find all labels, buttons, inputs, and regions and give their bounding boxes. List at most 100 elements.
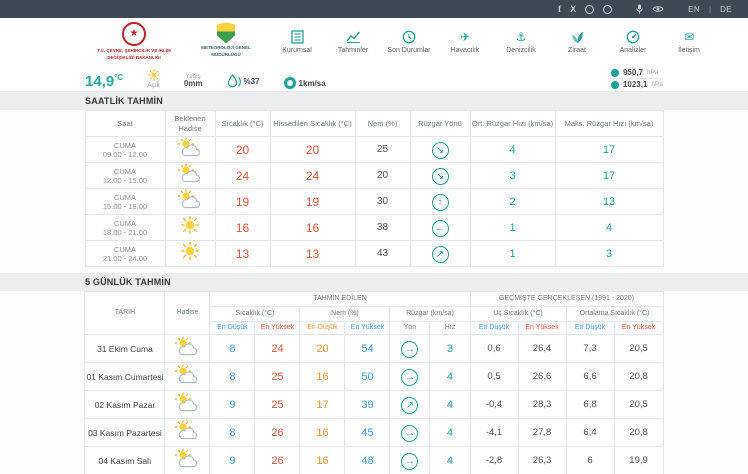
nav-label: Denizcilik: [506, 47, 536, 54]
avg-wind-speed-cell: 1: [470, 241, 555, 267]
min-humidity-cell: 17: [300, 391, 345, 419]
hourly-table-row: CUMA21.00 - 24.00 13 13 43 ↗ 1 3: [85, 241, 663, 267]
avg-min-temp-cell: 6,6: [566, 363, 614, 391]
col-maks-ruzgar: Maks. Rüzgar Hızı (km/sa): [555, 111, 663, 137]
nav-item-iletisim[interactable]: ✉ İletişim: [666, 29, 712, 54]
date-cell: 02 Kasım Pazar: [85, 391, 165, 419]
min-humidity-cell: 16: [300, 363, 345, 391]
wind-direction-cell: →: [390, 419, 430, 447]
eye-accessibility-icon[interactable]: [652, 5, 664, 13]
wind-direction-cell: ↗: [390, 391, 430, 419]
hourly-section-band: SAATLİK TAHMİN: [0, 92, 748, 110]
mgm-logo[interactable]: METEOROLOJİ GENEL MÜDÜRLÜĞÜ: [194, 22, 258, 57]
app-badge-icon[interactable]: [585, 5, 594, 14]
wind-direction-southeast-icon: ↘: [432, 142, 449, 159]
wind-direction-cell: →: [390, 447, 430, 474]
nav-label: Havacılık: [451, 47, 480, 54]
wind-direction-cell: →: [390, 335, 430, 363]
max-wind-speed-cell: 17: [555, 137, 663, 163]
nav-item-tahminler[interactable]: Tahminler: [330, 29, 376, 54]
date-cell: 31 Ekim Cuma: [85, 335, 165, 363]
nav-item-son-durumlar[interactable]: Son Durumlar: [386, 29, 432, 54]
group-uc-sicaklik: Uç Sıcaklık (°C): [470, 307, 566, 322]
expected-condition-cell: [165, 163, 215, 189]
col-ort-ruzgar: Ort. Rüzgar Hızı (km/sa): [470, 111, 555, 137]
daily-table-body: 31 Ekim Cuma 8 24 20 54 → 3 0,6 26,4 7,3…: [85, 335, 663, 474]
current-conditions-strip: 14,9°C Açık Yağış 0mm %37 1km/sa: [0, 65, 748, 92]
sunny-icon: [180, 241, 200, 261]
nav-item-kurumsal[interactable]: Kurumsal: [274, 29, 320, 54]
avg-max-temp-cell: 20,8: [614, 419, 663, 447]
feels-like-cell: 24: [270, 163, 355, 189]
avg-wind-speed-cell: 1: [470, 215, 555, 241]
facebook-icon[interactable]: f: [558, 5, 561, 14]
wind-gauge-icon: [284, 77, 296, 89]
language-separator: |: [709, 5, 711, 14]
wind-speed-cell: 3: [430, 335, 470, 363]
min-humidity-cell: 20: [300, 335, 345, 363]
temperature-cell: 19: [215, 189, 270, 215]
wind-direction-northeast-icon: ↗: [432, 246, 449, 263]
col-ext-min: En Düşük: [470, 322, 518, 335]
main-navigation: Kurumsal Tahminler Son Durumlar ✈ Havacı…: [274, 29, 712, 54]
col-hiz: Hız: [430, 322, 470, 335]
col-hissedilen: Hissedilen Sıcaklık (°C): [270, 111, 355, 137]
col-saat: Saat: [85, 111, 165, 137]
wind-direction-east-icon: →: [401, 369, 418, 386]
group-sicaklik: Sıcaklık (°C): [210, 307, 300, 322]
nav-item-analizler[interactable]: Analizler: [610, 29, 656, 54]
daily-section-title: 5 GÜNLÜK TAHMİN: [85, 277, 663, 287]
line-chart-icon: [346, 29, 361, 44]
nav-item-ziraat[interactable]: Ziraat: [554, 29, 600, 54]
avg-max-temp-cell: 20,5: [614, 335, 663, 363]
condition-cell: [165, 363, 210, 391]
daily-section-band: 5 GÜNLÜK TAHMİN: [0, 273, 748, 291]
avg-max-temp-cell: 19,9: [614, 447, 663, 474]
min-temp-cell: 9: [210, 391, 255, 419]
wind-direction-east-icon: →: [401, 341, 418, 358]
envelope-icon: ✉: [684, 29, 694, 44]
nav-item-havacilik[interactable]: ✈ Havacılık: [442, 29, 488, 54]
condition-cell: [165, 391, 210, 419]
local-pressure: 950,7hPa: [611, 68, 663, 77]
expected-condition-cell: [165, 137, 215, 163]
humidity-cell: 20: [355, 163, 410, 189]
nav-label: Analizler: [620, 47, 647, 54]
nav-label: Kurumsal: [282, 47, 312, 54]
nav-label: Ziraat: [568, 47, 586, 54]
sea-level-pressure: 1023,1hPa: [611, 80, 663, 89]
temperature-cell: 24: [215, 163, 270, 189]
partly-cloudy-icon: [174, 336, 200, 356]
language-en-link[interactable]: EN: [688, 5, 700, 14]
col-ext-max: En Yüksek: [518, 322, 566, 335]
nav-item-denizcilik[interactable]: ⚓ Denizcilik: [498, 29, 544, 54]
wind-speed-cell: 4: [430, 363, 470, 391]
wind-speed-cell: 4: [430, 447, 470, 474]
col-temp-max: En Yüksek: [255, 322, 300, 335]
language-de-link[interactable]: DE: [720, 5, 732, 14]
hour-range-cell: CUMA21.00 - 24.00: [85, 241, 165, 267]
max-wind-speed-cell: 3: [555, 241, 663, 267]
humidity-value: %37: [244, 77, 260, 86]
x-twitter-icon[interactable]: X: [570, 5, 576, 14]
avg-wind-speed-cell: 3: [470, 163, 555, 189]
col-avg-max: En Yüksek: [614, 322, 663, 335]
building-icon: [291, 29, 304, 44]
col-ruzgar-yonu: Rüzgar Yönü: [410, 111, 470, 137]
avg-min-temp-cell: 7,3: [566, 335, 614, 363]
extreme-max-temp-cell: 26,3: [518, 447, 566, 474]
pressure-dot-icon: [611, 69, 619, 77]
condition-label: Açık: [147, 82, 160, 89]
min-temp-cell: 9: [210, 447, 255, 474]
current-condition: Açık: [147, 69, 160, 89]
hour-range-cell: CUMA18.00 - 21.00: [85, 215, 165, 241]
hourly-section-title: SAATLİK TAHMİN: [85, 96, 663, 106]
microphone-icon[interactable]: [636, 4, 643, 14]
ministry-logo[interactable]: ★ T.C. ÇEVRE, ŞEHİRCİLİK VE İKLİM DEĞİŞİ…: [88, 22, 180, 60]
app-badge-icon[interactable]: [603, 5, 612, 14]
partly-cloudy-icon: [177, 189, 203, 209]
wind-speed-cell: 4: [430, 419, 470, 447]
hourly-forecast-table: Saat Beklenen Hadise Sıcaklık (°C) Hisse…: [85, 110, 664, 267]
col-sicaklik: Sıcaklık (°C): [215, 111, 270, 137]
wind-direction-cell: →: [390, 363, 430, 391]
